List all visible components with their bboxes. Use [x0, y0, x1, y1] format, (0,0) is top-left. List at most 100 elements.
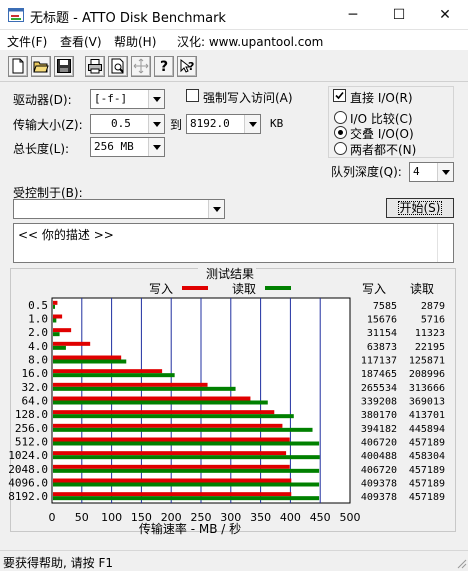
neither-radio[interactable] [334, 142, 347, 155]
chevron-down-icon[interactable] [148, 115, 164, 133]
chevron-down-icon[interactable] [244, 115, 260, 133]
value-write: 7585 [373, 301, 397, 312]
minimize-button[interactable]: ─ [330, 0, 376, 30]
value-read: 208996 [409, 369, 445, 380]
category-label: 8.0 [28, 354, 48, 367]
transfer-unit: KB [270, 117, 284, 130]
value-write: 187465 [361, 369, 397, 380]
print-preview-icon[interactable] [108, 56, 128, 77]
value-write: 400488 [361, 451, 397, 462]
bar-read [53, 455, 320, 460]
overlapped-io-label[interactable]: 交叠 I/O(O) [350, 125, 414, 142]
legend-write-label: 写入 [149, 282, 173, 296]
description-scrollbar[interactable] [437, 224, 453, 262]
chevron-down-icon[interactable] [437, 163, 453, 181]
new-icon[interactable] [8, 56, 28, 77]
bar-read [53, 414, 294, 419]
category-label: 0.5 [28, 299, 48, 312]
description-text: << 你的描述 >> [18, 228, 114, 242]
chevron-down-icon[interactable] [148, 90, 164, 108]
total-length-label: 总长度(L): [13, 142, 70, 156]
bar-write [53, 478, 292, 483]
svg-text:?: ? [188, 60, 194, 73]
value-read: 369013 [409, 397, 445, 408]
x-axis-label: 传输速率 - MB / 秒 [139, 521, 241, 536]
value-write: 15676 [367, 315, 397, 326]
value-read: 457189 [409, 479, 445, 490]
save-icon[interactable] [54, 56, 74, 77]
menu-bar: 文件(F) 查看(V) 帮助(H) 汉化: www.upantool.com [0, 30, 468, 50]
category-label: 1024.0 [8, 449, 48, 462]
chevron-down-icon[interactable] [148, 138, 164, 156]
print-icon[interactable] [85, 56, 105, 77]
menu-view[interactable]: 查看(V) [60, 33, 102, 50]
neither-label[interactable]: 两者都不(N) [350, 141, 416, 158]
x-tick-label: 100 [101, 511, 122, 524]
column-write-header: 写入 [362, 282, 386, 296]
value-write: 394182 [361, 424, 397, 435]
value-write: 339208 [361, 397, 397, 408]
bar-write [53, 492, 292, 497]
value-write: 409378 [361, 492, 397, 503]
chevron-down-icon[interactable] [208, 200, 224, 218]
start-button[interactable]: 开始(S) [386, 198, 454, 218]
status-text: 要获得帮助, 请按 F1 [3, 556, 113, 570]
help-icon[interactable]: ? [154, 56, 174, 77]
force-write-checkbox[interactable] [186, 89, 199, 102]
bar-write [53, 369, 163, 374]
window-title: 无标题 - ATTO Disk Benchmark [30, 11, 226, 26]
value-read: 2879 [421, 301, 445, 312]
value-read: 457189 [409, 438, 445, 449]
value-read: 457189 [409, 492, 445, 503]
category-label: 512.0 [15, 436, 48, 449]
bar-read [53, 318, 57, 323]
context-help-icon[interactable]: ? [177, 56, 197, 77]
value-write: 380170 [361, 410, 397, 421]
toolbar: ? ? [0, 52, 468, 82]
value-write: 265534 [361, 383, 397, 394]
bar-read [53, 373, 175, 378]
value-write: 406720 [361, 438, 397, 449]
value-read: 125871 [409, 356, 445, 367]
move-icon[interactable] [131, 56, 151, 77]
total-length-select[interactable]: 256 MB [90, 137, 165, 157]
open-icon[interactable] [31, 56, 51, 77]
queue-depth-value: 4 [413, 165, 420, 178]
menu-help[interactable]: 帮助(H) [114, 33, 156, 50]
category-label: 16.0 [22, 367, 49, 380]
description-textarea[interactable]: << 你的描述 >> [13, 223, 454, 263]
category-label: 4.0 [28, 340, 48, 353]
bar-read [53, 345, 66, 350]
transfer-from-select[interactable]: 0.5 [90, 114, 165, 134]
bar-write [53, 300, 58, 305]
overlapped-io-radio[interactable] [334, 126, 347, 139]
title-bar[interactable]: 无标题 - ATTO Disk Benchmark ─ ☐ ✕ [0, 0, 468, 30]
transfer-to-select[interactable]: 8192.0 [186, 114, 261, 134]
bar-read [53, 427, 313, 432]
drive-select[interactable]: [-f-] [90, 89, 165, 109]
category-label: 1.0 [28, 313, 48, 326]
x-tick-label: 350 [250, 511, 271, 524]
force-write-label[interactable]: 强制写入访问(A) [203, 89, 293, 106]
menu-file[interactable]: 文件(F) [7, 33, 47, 50]
bar-write [53, 328, 72, 333]
legend-read-swatch [265, 286, 291, 290]
results-chart: 测试结果 写入 读取 写入 读取 0 50 100 150 200 250 300 350 40… [8, 266, 445, 536]
menu-credit[interactable]: 汉化: www.upantool.com [177, 33, 323, 50]
controlled-by-select[interactable] [13, 199, 225, 219]
value-write: 63873 [367, 342, 397, 353]
resize-grip-icon[interactable] [455, 557, 467, 569]
bar-write [53, 314, 63, 319]
transfer-size-label: 传输大小(Z): [13, 118, 83, 132]
maximize-button[interactable]: ☐ [376, 0, 422, 30]
queue-depth-select[interactable]: 4 [409, 162, 454, 182]
bar-write [53, 437, 290, 442]
x-tick-label: 450 [310, 511, 331, 524]
drive-label: 驱动器(D): [13, 93, 72, 107]
queue-depth-label: 队列深度(Q): [331, 165, 402, 179]
x-tick-label: 400 [280, 511, 301, 524]
category-label: 2.0 [28, 326, 48, 339]
close-button[interactable]: ✕ [422, 0, 468, 30]
io-compare-radio[interactable] [334, 111, 347, 124]
status-bar: 要获得帮助, 请按 F1 [0, 550, 468, 570]
